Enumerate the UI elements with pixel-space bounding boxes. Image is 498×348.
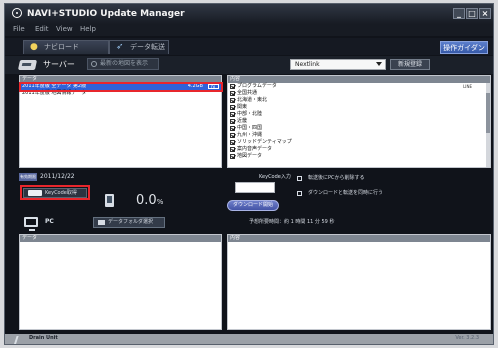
download-start-button[interactable]: ダウンロード開始 [227,200,279,211]
title-bar: NAVI+STUDIO Update Manager _ □ × [5,4,493,24]
category-header-left: 内容 [230,76,241,82]
server-icon [17,60,38,70]
option-label: ダウンロードと転送を同時に行う [308,190,384,196]
category-list-header: 内容 [228,76,490,83]
option-label: 転送後にPCから削除する [308,175,365,181]
checkbox-checked[interactable] [230,126,235,131]
checkbox-checked[interactable] [230,133,235,138]
menu-bar: File Edit View Help [5,24,493,36]
category-label: 北海道・東北 [237,97,268,103]
window-title: NAVI+STUDIO Update Manager [27,9,185,19]
expiry-date: 有効期限 2011/12/22 [19,173,75,181]
category-item[interactable]: 中部・北陸 [228,111,490,118]
navi-logo-icon [12,8,22,18]
expiry-label: 有効期限 [19,173,37,181]
checkbox-checked[interactable] [230,105,235,110]
category-label: 案内音声データ [237,146,273,152]
menu-file[interactable]: File [13,25,25,33]
download-and-transfer-option[interactable]: ダウンロードと転送を同時に行う [297,190,383,197]
category-item[interactable]: プログラムデータ LINE [228,83,490,90]
drive-label: Drain Unit [29,335,58,341]
checkbox-checked[interactable] [230,98,235,103]
checkbox-checked[interactable] [230,112,235,117]
close-icon[interactable]: × [479,8,491,19]
category-label: 関東 [237,104,248,110]
pc-content-panel: 内容 [227,234,491,330]
selected-dataset-highlight [19,82,223,92]
device-icon [105,194,114,207]
category-item[interactable]: 全国共通 [228,90,490,97]
expiry-value: 2011/12/22 [40,173,75,180]
data-folder-select-label: データフォルダ選択 [108,219,154,225]
category-label: 九州・沖縄 [237,132,263,138]
data-folder-select-button[interactable]: データフォルダ選択 [93,217,165,228]
category-item[interactable]: ソリッドデンティマップ [228,139,490,146]
operation-guide-button[interactable]: 操作ガイダンス [440,41,488,65]
tab-navi-road[interactable]: ● ナビロード [23,40,109,54]
tab-navi-road-label: ナビロード [44,43,79,51]
folder-icon [98,220,105,225]
version-label: Ver. 3.2.3 [455,335,479,341]
app-frame: NAVI+STUDIO Update Manager _ □ × File Ed… [0,0,498,348]
menu-view[interactable]: View [56,25,73,33]
category-item[interactable]: 九州・沖縄 [228,132,490,139]
category-label: 地図データ [237,153,263,159]
category-label: 中部・北陸 [237,111,263,117]
new-registration-button[interactable]: 新規登録 [390,59,430,70]
transfer-icon: ➶ [116,42,124,52]
server-select-value: Nextlink [295,61,320,68]
progress-value: 0.0 [136,193,157,208]
tab-strip: ● ナビロード ➶ データ転送 [5,38,493,55]
checkbox-checked[interactable] [230,154,235,159]
pc-content-header: 内容 [228,235,490,242]
checkbox-unchecked[interactable] [297,176,302,181]
menu-edit[interactable]: Edit [35,25,49,33]
category-item[interactable]: 地図データ [228,153,490,160]
keycode-input[interactable] [235,182,275,193]
update-manager-window: NAVI+STUDIO Update Manager _ □ × File Ed… [4,3,494,345]
checkbox-checked[interactable] [230,91,235,96]
pc-data-header-left: データ [22,235,38,241]
checkbox-checked[interactable] [230,147,235,152]
category-scrollbar[interactable] [486,83,490,167]
estimated-time: 予想所要時間：約 1 時間 11 分 59 秒 [249,219,335,225]
minimize-icon[interactable]: _ [453,8,465,19]
checkbox-checked[interactable] [230,84,235,89]
folder-icon: ● [30,42,38,52]
category-label: 中国・四国 [237,125,263,131]
status-bar [5,334,493,344]
category-label: 近畿 [237,118,248,124]
pc-label: PC [45,218,54,225]
delete-after-transfer-option[interactable]: 転送後にPCから削除する [297,175,365,182]
category-item[interactable]: 北海道・東北 [228,97,490,104]
keycode-highlight [20,185,90,200]
category-label: ソリッドデンティマップ [237,139,292,145]
keycode-input-label: KeyCode入力 [259,174,291,180]
progress-unit: % [156,198,164,206]
pc-data-list-header: データ [20,235,221,242]
category-label: プログラムデータ [237,83,277,89]
server-label: サーバー [43,60,75,69]
category-item[interactable]: 関東 [228,104,490,111]
category-tag: LINE [463,84,472,89]
server-select[interactable]: Nextlink [290,59,386,70]
tab-data-transfer-label: データ転送 [130,43,165,51]
category-list-panel: 内容 プログラムデータ LINE 全国共通 北海道・東北 関東 中部・北陸 近畿 … [227,75,491,168]
category-label: 全国共通 [237,90,258,96]
category-item[interactable]: 中国・四国 [228,125,490,132]
pc-data-list-panel: データ [19,234,222,330]
checkbox-checked[interactable] [230,140,235,145]
progress-display: 0.0% [136,193,163,210]
pc-icon [24,217,38,231]
tab-data-transfer[interactable]: ➶ データ転送 [109,40,169,54]
pc-content-header-label: 内容 [230,235,241,241]
menu-help[interactable]: Help [80,25,96,33]
category-item[interactable]: 案内音声データ [228,146,490,153]
checkbox-unchecked[interactable] [297,191,302,196]
show-latest-maps-button[interactable]: 最新の地図を表示 [87,58,159,70]
checkbox-checked[interactable] [230,119,235,124]
chevron-down-icon[interactable] [376,62,382,66]
maximize-icon[interactable]: □ [466,8,478,19]
category-item[interactable]: 近畿 [228,118,490,125]
